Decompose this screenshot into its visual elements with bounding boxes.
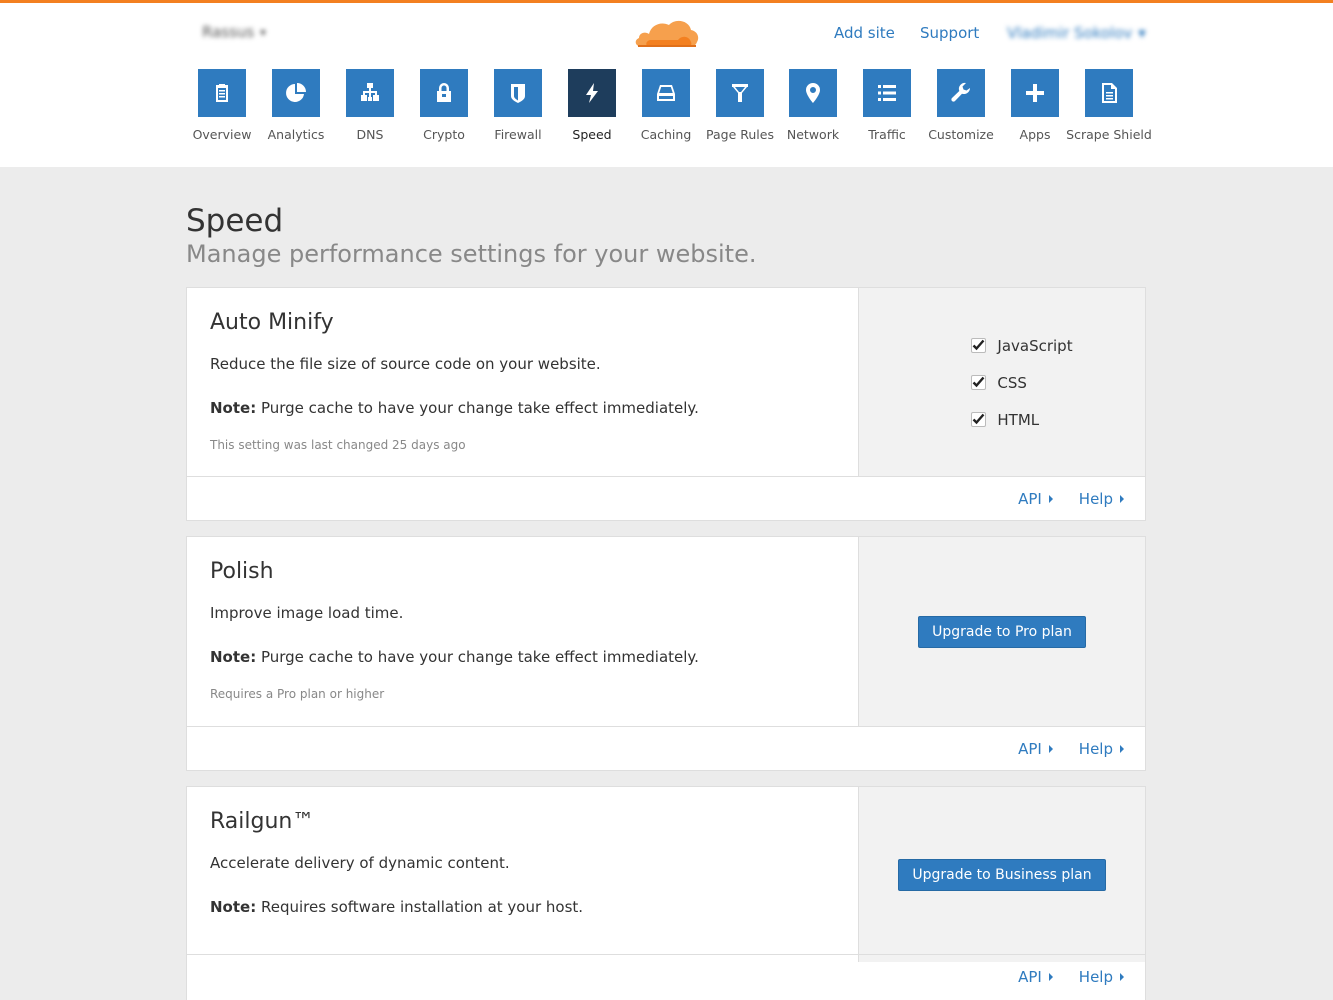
- api-label: API: [1018, 739, 1042, 758]
- chevron-down-icon: ▾: [260, 25, 266, 39]
- api-link[interactable]: API: [1018, 740, 1053, 758]
- location-pin-icon: [789, 69, 837, 117]
- help-label: Help: [1078, 968, 1113, 986]
- lightning-icon: [568, 69, 616, 117]
- html-checkbox[interactable]: HTML: [971, 411, 1072, 429]
- checkbox-label: HTML: [997, 410, 1040, 429]
- card-control-panel: JavaScript CSS HTML: [859, 288, 1145, 477]
- account-name: Rassus: [202, 23, 255, 41]
- help-label: Help: [1078, 489, 1113, 508]
- checkmark-icon[interactable]: [971, 338, 987, 353]
- note-text: Purge cache to have your change take eff…: [256, 648, 699, 666]
- lock-icon: [420, 69, 468, 117]
- wrench-icon: [937, 69, 985, 117]
- railgun-card: Railgun™ Accelerate delivery of dynamic …: [186, 786, 1146, 1000]
- note-label: Note:: [210, 399, 257, 417]
- caret-right-icon: [1048, 494, 1053, 503]
- caret-right-icon: [1048, 744, 1053, 753]
- shield-icon: [494, 69, 542, 117]
- card-control-panel: Upgrade to Pro plan: [859, 537, 1145, 727]
- account-selector[interactable]: Rassus ▾: [202, 23, 266, 41]
- filter-icon: [716, 69, 764, 117]
- card-footer: API Help: [187, 954, 1145, 999]
- document-icon: [1085, 69, 1133, 117]
- note-text: Requires software installation at your h…: [256, 898, 584, 916]
- upgrade-to-business-button[interactable]: Upgrade to Business plan: [898, 858, 1106, 891]
- user-menu[interactable]: Vladimir Sokolov ▾: [1007, 24, 1146, 42]
- api-link[interactable]: API: [1018, 968, 1053, 986]
- page-title: Speed: [186, 203, 284, 239]
- help-link[interactable]: Help: [1079, 968, 1124, 986]
- card-footer: API Help: [187, 726, 1145, 770]
- network-tree-icon: [346, 69, 394, 117]
- plus-icon: [1011, 69, 1059, 117]
- support-link[interactable]: Support: [920, 24, 979, 42]
- card-control-panel: Upgrade to Business plan: [859, 787, 1145, 962]
- help-link[interactable]: Help: [1079, 740, 1124, 758]
- plan-requirement-text: Requires a Pro plan or higher: [210, 687, 385, 701]
- card-body: Polish Improve image load time. Note: Pu…: [187, 537, 859, 727]
- nav-scrape-shield[interactable]: Scrape Shield: [1064, 69, 1154, 142]
- note-label: Note:: [210, 898, 257, 916]
- api-link[interactable]: API: [1018, 490, 1053, 508]
- caret-right-icon: [1048, 973, 1053, 981]
- card-note: Note: Purge cache to have your change ta…: [210, 399, 699, 417]
- caret-right-icon: [1120, 973, 1124, 981]
- card-note: Note: Requires software installation at …: [210, 898, 583, 916]
- auto-minify-card: Auto Minify Reduce the file size of sour…: [186, 287, 1146, 521]
- chevron-down-icon: ▾: [1138, 24, 1146, 42]
- caret-right-icon: [1120, 744, 1124, 753]
- help-label: Help: [1078, 739, 1113, 758]
- clipboard-icon: [198, 69, 246, 117]
- minify-options: JavaScript CSS HTML: [971, 336, 1073, 429]
- top-header: Rassus ▾ Add site Support Vladimir Sokol…: [0, 0, 1333, 167]
- add-site-link[interactable]: Add site: [834, 24, 895, 42]
- list-icon: [863, 69, 911, 117]
- cloudflare-logo[interactable]: [634, 16, 700, 48]
- card-description: Reduce the file size of source code on y…: [210, 355, 601, 373]
- api-label: API: [1018, 968, 1042, 986]
- help-link[interactable]: Help: [1079, 490, 1124, 508]
- drive-icon: [642, 69, 690, 117]
- checkmark-icon[interactable]: [971, 375, 987, 390]
- nav-label: Scrape Shield: [1066, 127, 1152, 142]
- card-body: Auto Minify Reduce the file size of sour…: [187, 288, 859, 477]
- caret-right-icon: [1120, 494, 1124, 503]
- card-footer: API Help: [187, 476, 1145, 520]
- card-body: Railgun™ Accelerate delivery of dynamic …: [187, 787, 859, 962]
- css-checkbox[interactable]: CSS: [971, 374, 1072, 392]
- javascript-checkbox[interactable]: JavaScript: [971, 336, 1073, 355]
- note-label: Note:: [210, 648, 257, 666]
- card-description: Accelerate delivery of dynamic content.: [210, 854, 510, 872]
- note-text: Purge cache to have your change take eff…: [256, 399, 699, 417]
- checkbox-label: CSS: [997, 373, 1027, 392]
- user-name: Vladimir Sokolov: [1007, 24, 1133, 42]
- card-note: Note: Purge cache to have your change ta…: [210, 648, 699, 666]
- pie-chart-icon: [272, 69, 320, 117]
- upgrade-to-pro-button[interactable]: Upgrade to Pro plan: [918, 616, 1086, 648]
- card-title: Polish: [210, 559, 274, 584]
- page-subtitle: Manage performance settings for your web…: [186, 240, 757, 268]
- checkmark-icon[interactable]: [971, 412, 987, 427]
- card-title: Auto Minify: [210, 310, 334, 335]
- polish-card: Polish Improve image load time. Note: Pu…: [186, 536, 1146, 771]
- api-label: API: [1018, 489, 1042, 508]
- last-changed-text: This setting was last changed 25 days ag…: [210, 438, 466, 452]
- card-description: Improve image load time.: [210, 604, 404, 622]
- card-title: Railgun™: [210, 809, 315, 834]
- checkbox-label: JavaScript: [997, 336, 1073, 355]
